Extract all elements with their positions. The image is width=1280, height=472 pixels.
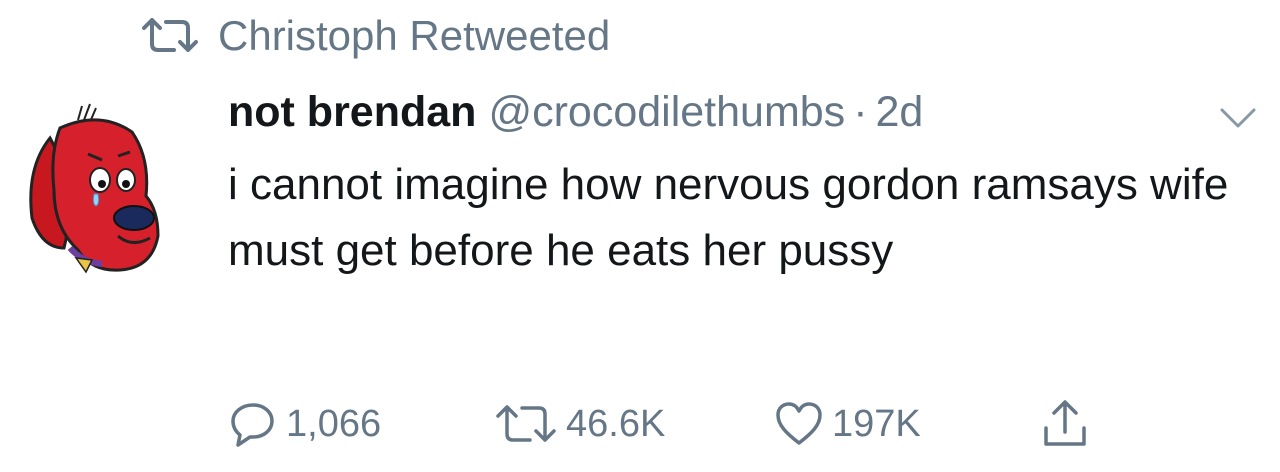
retweet-count: 46.6K [566,402,666,445]
tweet-text: i cannot imagine how nervous gordon rams… [228,160,1229,275]
heart-icon [776,402,822,445]
reply-icon [231,403,274,447]
handle[interactable]: @crocodilethumbs [488,88,845,137]
red-dog-avatar-icon [29,103,160,274]
retweet-button[interactable]: 46.6K [494,396,665,452]
reply-count: 1,066 [286,402,382,445]
retweet-banner: Christoph Retweeted [140,10,610,62]
share-icon [1044,400,1086,446]
separator: · [853,88,868,136]
retweet-action-icon [496,405,556,442]
tweet-header: not brendan @crocodilethumbs · 2d [228,88,923,144]
chevron-down-icon[interactable] [1218,102,1258,132]
retweet-icon [142,18,198,52]
display-name[interactable]: not brendan [228,88,476,137]
reply-button[interactable]: 1,066 [228,396,381,452]
like-count: 197K [832,402,921,445]
like-button[interactable]: 197K [774,396,921,452]
retweet-banner-text[interactable]: Christoph Retweeted [218,12,610,60]
share-button[interactable] [1040,396,1090,452]
timestamp[interactable]: 2d [876,88,924,137]
avatar[interactable] [20,98,162,278]
tweet-actions: 1,066 46.6K 197K [228,396,1128,452]
